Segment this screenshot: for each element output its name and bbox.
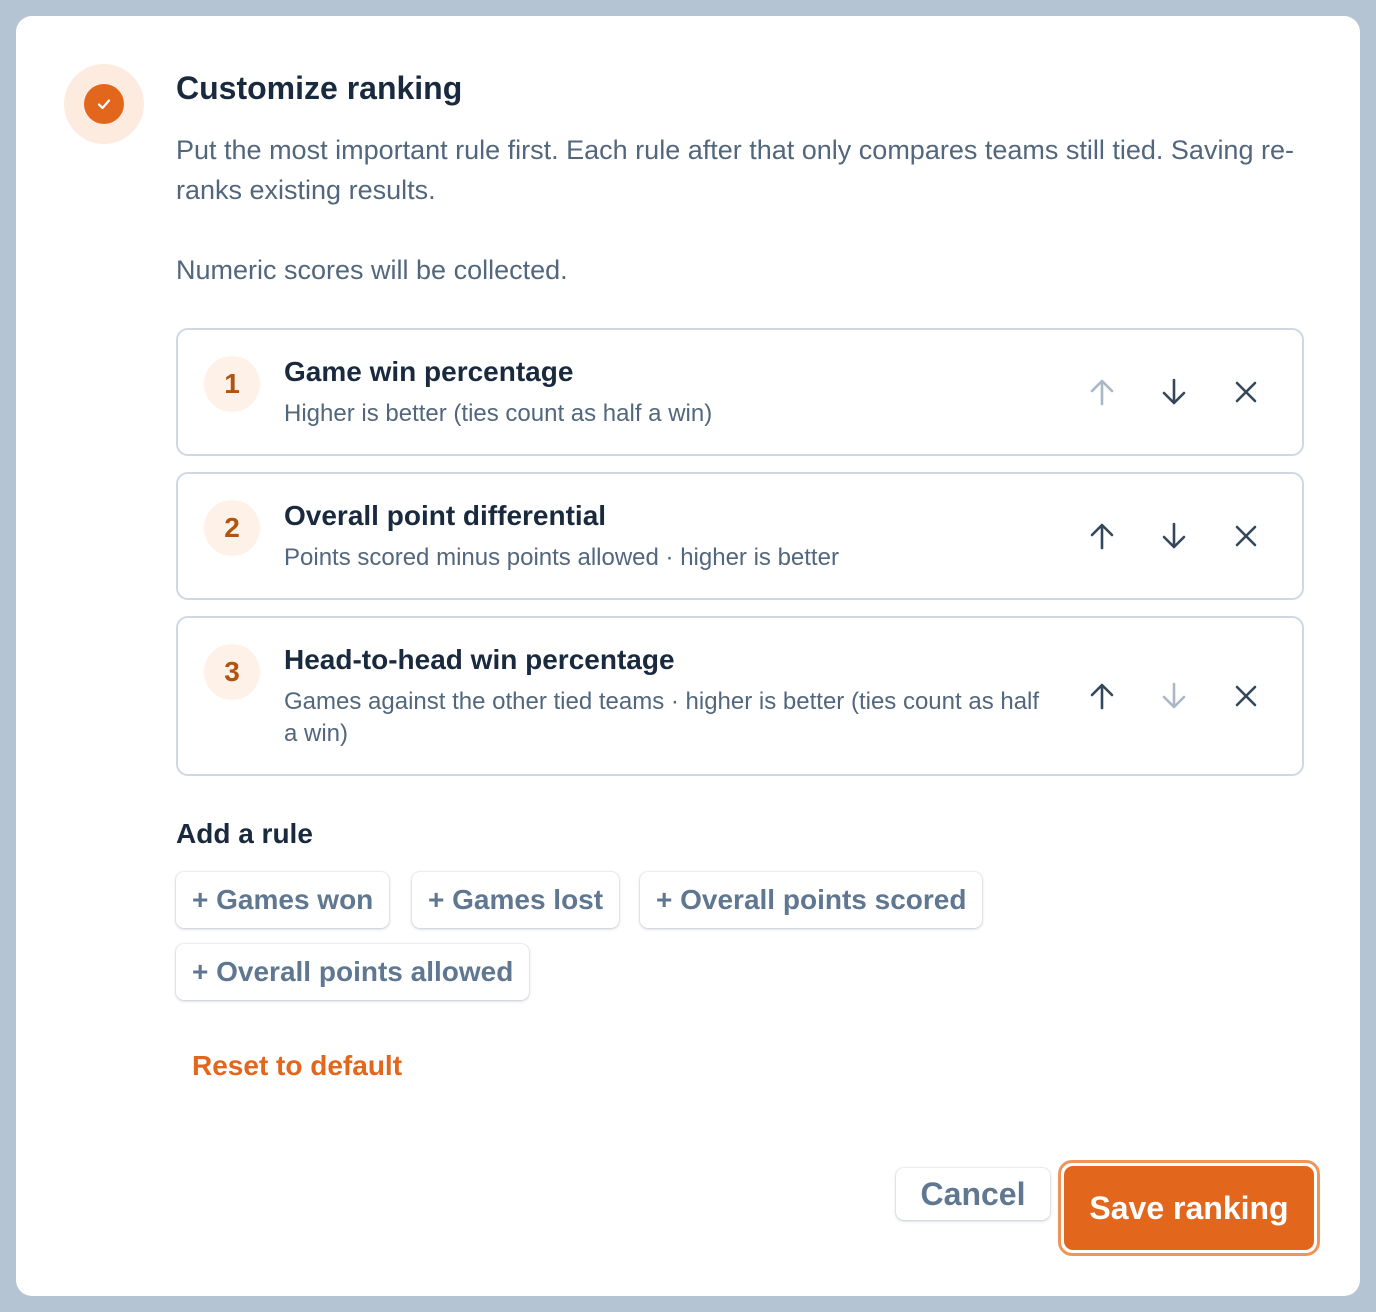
reset-to-default-link[interactable]: Reset to default: [192, 1050, 402, 1082]
arrow-up-icon: [1090, 523, 1114, 550]
close-icon: [1235, 685, 1257, 707]
add-games-lost-chip[interactable]: + Games lost: [412, 872, 620, 928]
rule-title: Overall point differential: [284, 500, 607, 531]
rule-card-1: 1 Game win percentage Higher is better (…: [176, 328, 1304, 456]
remove-rule-button[interactable]: [1222, 368, 1270, 416]
rule-title: Game win percentage: [284, 356, 574, 387]
rule-subtitle: Higher is better (ties count as half a w…: [284, 400, 713, 427]
arrow-up-icon: [1090, 683, 1114, 710]
rule-title: Head-to-head win percentage: [284, 644, 675, 675]
add-games-won-chip[interactable]: + Games won: [176, 872, 390, 928]
arrow-down-icon: [1162, 682, 1186, 709]
move-down-button[interactable]: [1150, 672, 1198, 720]
rule-card-3: 3 Head-to-head win percentage Games agai…: [176, 616, 1304, 776]
add-overall-points-scored-chip[interactable]: + Overall points scored: [640, 872, 983, 928]
rule-subtitle: Points scored minus points allowed · hig…: [284, 544, 839, 571]
dialog-note: Numeric scores will be collected.: [176, 255, 568, 285]
close-icon: [1235, 525, 1257, 547]
add-rule-heading: Add a rule: [176, 818, 313, 849]
save-ranking-button[interactable]: Save ranking: [1064, 1166, 1314, 1250]
arrow-up-icon: [1090, 379, 1114, 406]
remove-rule-button[interactable]: [1222, 672, 1270, 720]
move-up-button[interactable]: [1078, 672, 1126, 720]
arrow-down-icon: [1162, 522, 1186, 549]
move-up-button[interactable]: [1078, 512, 1126, 560]
rule-card-2: 2 Overall point differential Points scor…: [176, 472, 1304, 600]
arrow-down-icon: [1162, 378, 1186, 405]
add-overall-points-allowed-chip[interactable]: + Overall points allowed: [176, 944, 530, 1000]
dialog-description: Put the most important rule first. Each …: [176, 135, 1294, 205]
check-icon: [84, 84, 124, 124]
remove-rule-button[interactable]: [1222, 512, 1270, 560]
cancel-button[interactable]: Cancel: [896, 1168, 1050, 1220]
move-down-button[interactable]: [1150, 512, 1198, 560]
rule-number: 1: [204, 356, 260, 412]
dialog-title: Customize ranking: [176, 70, 463, 106]
move-down-button[interactable]: [1150, 368, 1198, 416]
header-badge: [64, 64, 144, 144]
close-icon: [1235, 381, 1257, 403]
rule-number: 3: [204, 644, 260, 700]
move-up-button[interactable]: [1078, 368, 1126, 416]
customize-ranking-dialog: Customize ranking Put the most important…: [16, 16, 1360, 1296]
rule-subtitle: Games against the other tied teams · hig…: [284, 688, 1040, 747]
save-ranking-button-focus-ring: Save ranking: [1058, 1160, 1320, 1256]
rule-number: 2: [204, 500, 260, 556]
